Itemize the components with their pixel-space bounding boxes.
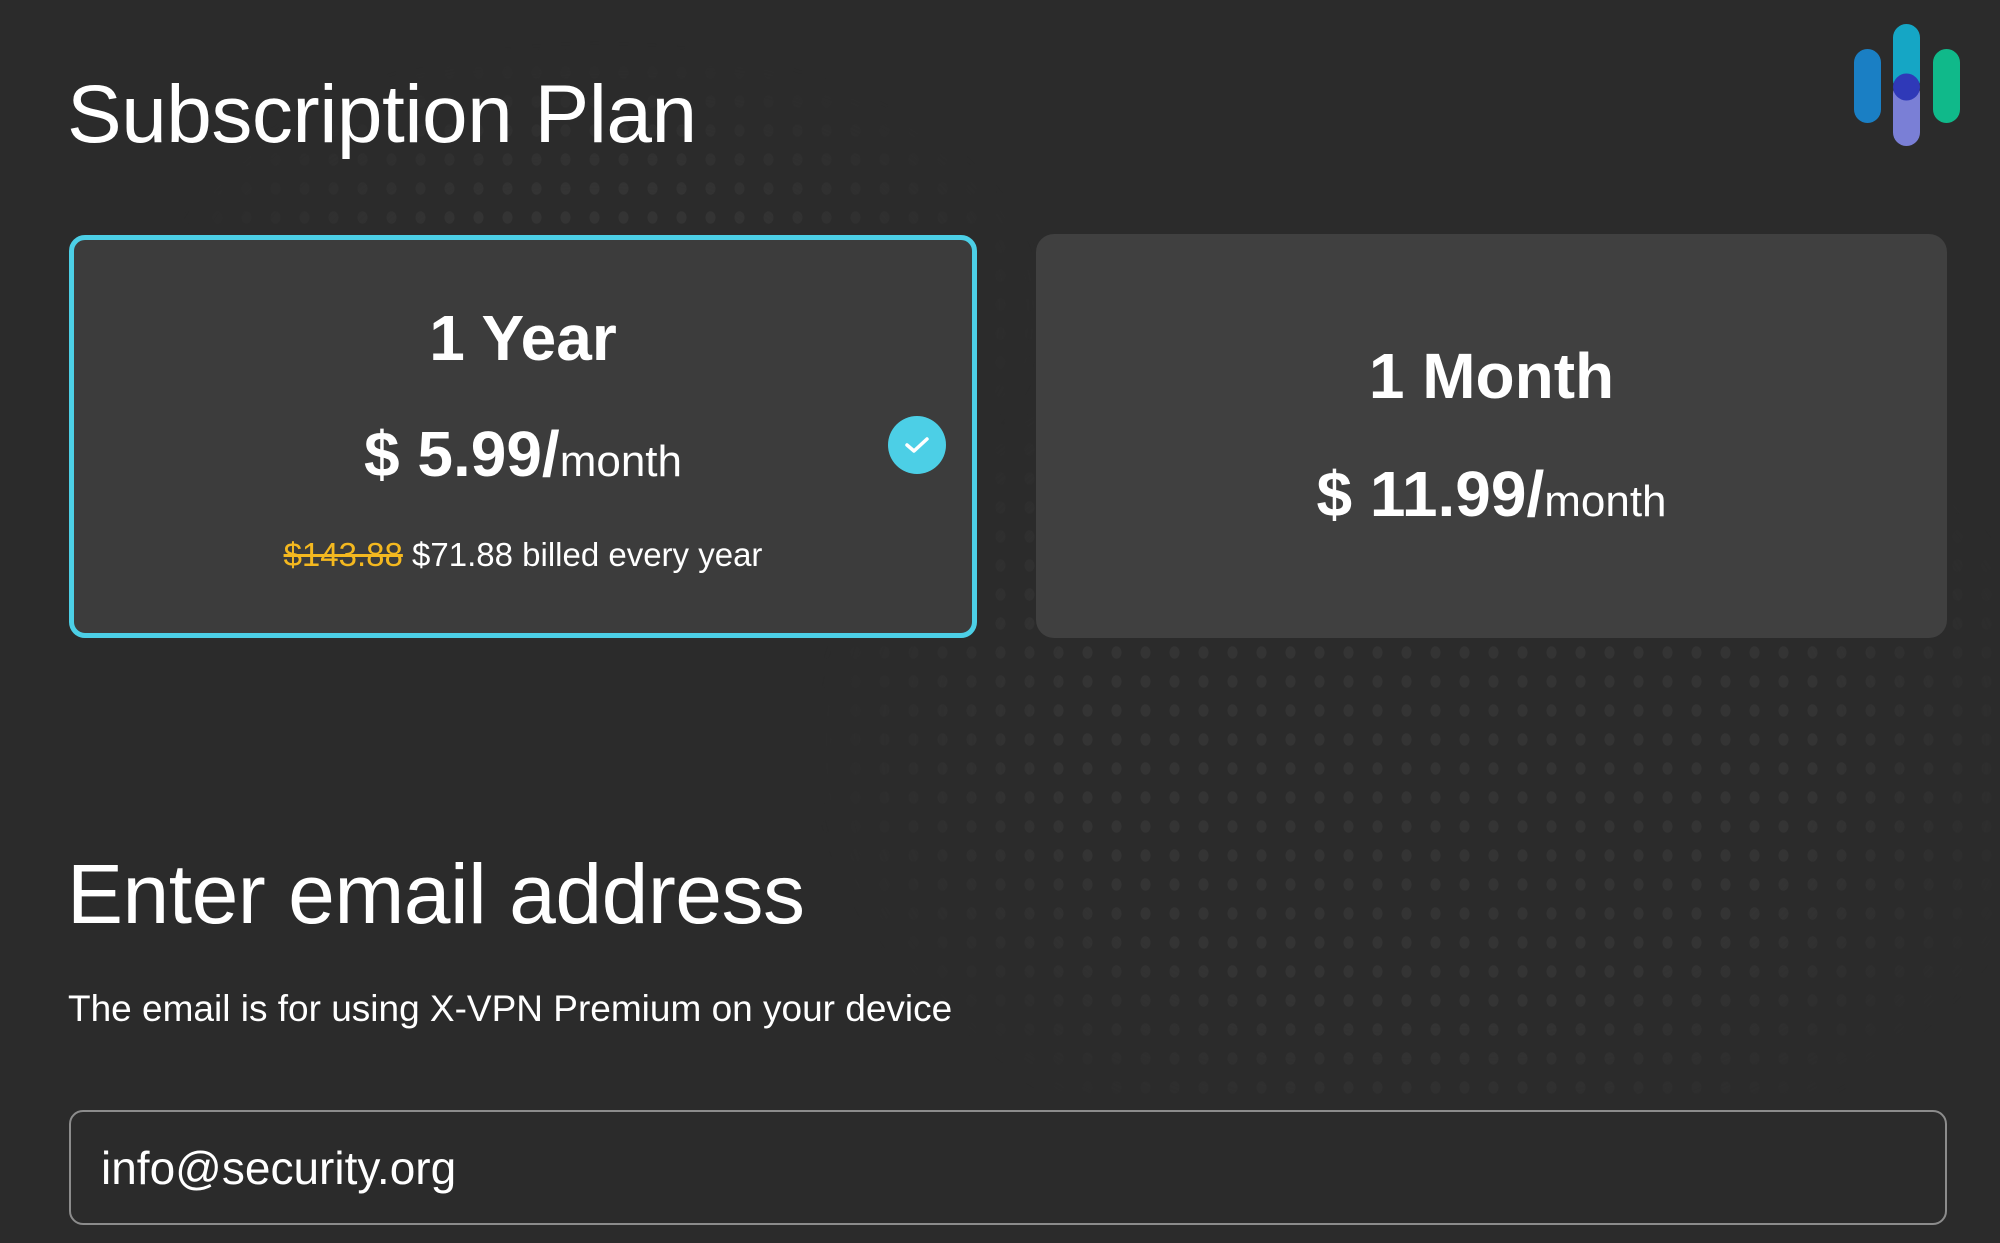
plan-price: $ 5.99/month: [74, 422, 972, 486]
checkmark-icon: [888, 416, 946, 474]
price-amount: $ 5.99/: [363, 418, 560, 490]
plan-card-1-month[interactable]: 1 Month $ 11.99/month: [1036, 234, 1947, 638]
original-price: $143.88: [283, 536, 403, 573]
page-title: Subscription Plan: [67, 69, 697, 160]
email-section-subtitle: The email is for using X-VPN Premium on …: [68, 988, 953, 1029]
billing-text: $71.88 billed every year: [412, 536, 763, 573]
price-unit: month: [559, 437, 682, 486]
email-input[interactable]: [69, 1110, 1947, 1225]
billing-info: $143.88 $71.88 billed every year: [74, 538, 972, 571]
email-section-title: Enter email address: [67, 847, 805, 941]
price-amount: $ 11.99/: [1316, 458, 1545, 530]
plan-price: $ 11.99/month: [1036, 462, 1947, 526]
plan-name: 1 Year: [429, 302, 617, 374]
plan-name: 1 Month: [1368, 340, 1615, 412]
brand-logo-icon: [1850, 24, 1960, 146]
plan-card-1-year[interactable]: 1 Year $ 5.99/month $143.88 $71.88 bille…: [69, 235, 977, 638]
price-unit: month: [1544, 477, 1667, 526]
